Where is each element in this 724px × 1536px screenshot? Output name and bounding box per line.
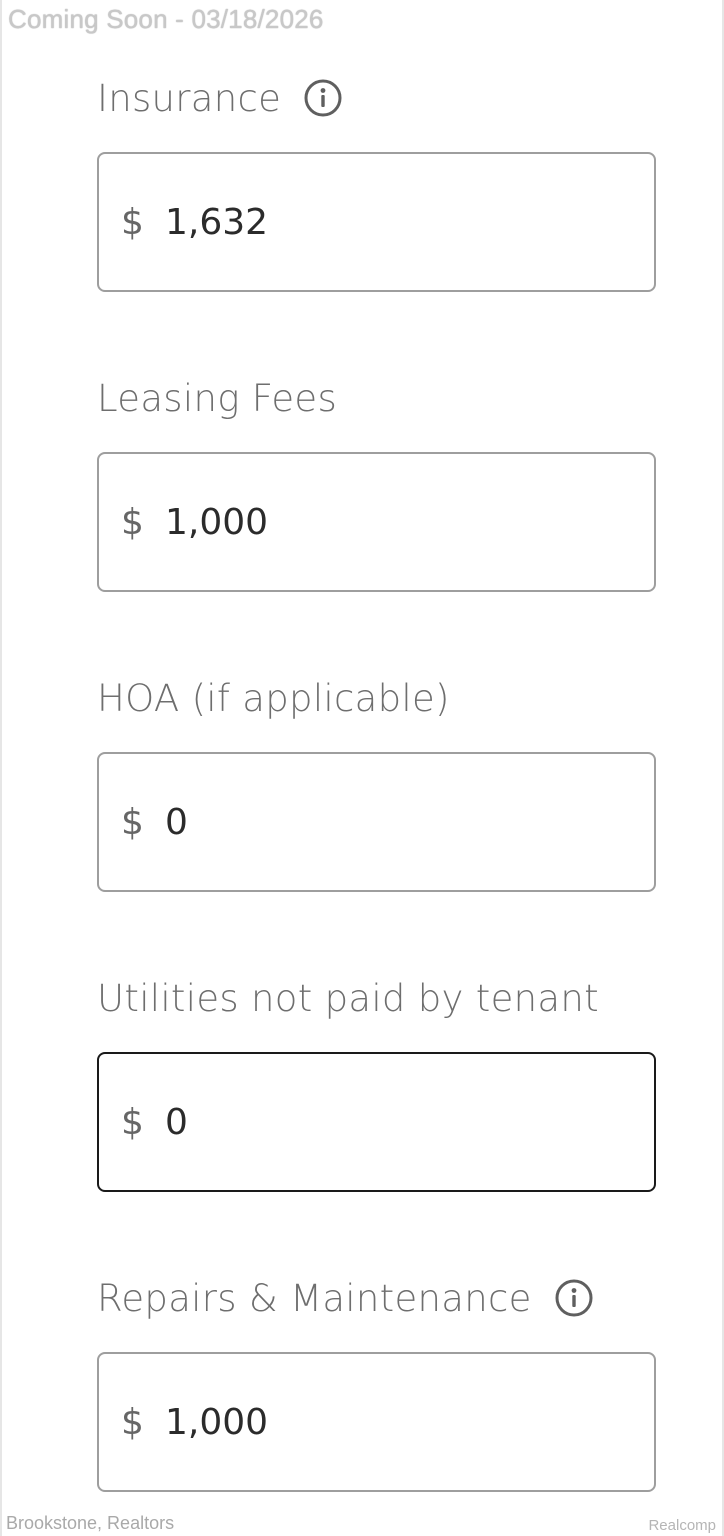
utilities-value[interactable]: 0 bbox=[165, 1102, 188, 1143]
utilities-input[interactable]: $ 0 bbox=[97, 1052, 656, 1192]
repairs-maintenance-label-row: Repairs & Maintenance bbox=[97, 1274, 656, 1322]
utilities-label-row: Utilities not paid by tenant bbox=[97, 974, 656, 1022]
info-icon[interactable] bbox=[303, 78, 343, 118]
insurance-value[interactable]: 1,632 bbox=[165, 202, 268, 243]
leasing-fees-value[interactable]: 1,000 bbox=[165, 502, 268, 543]
leasing-fees-field: Leasing Fees $ 1,000 bbox=[97, 374, 656, 592]
hoa-value[interactable]: 0 bbox=[165, 802, 188, 843]
hoa-input[interactable]: $ 0 bbox=[97, 752, 656, 892]
insurance-label: Insurance bbox=[97, 76, 282, 120]
repairs-maintenance-label: Repairs & Maintenance bbox=[97, 1276, 532, 1320]
page-left-border bbox=[0, 0, 2, 1536]
currency-symbol: $ bbox=[121, 501, 144, 543]
currency-symbol: $ bbox=[121, 1401, 144, 1443]
info-icon[interactable] bbox=[554, 1278, 594, 1318]
repairs-maintenance-value[interactable]: 1,000 bbox=[165, 1402, 268, 1443]
coming-soon-watermark: Coming Soon - 03/18/2026 bbox=[8, 4, 324, 34]
currency-symbol: $ bbox=[121, 1101, 144, 1143]
mls-watermark: Realcomp bbox=[648, 1517, 716, 1534]
repairs-maintenance-input[interactable]: $ 1,000 bbox=[97, 1352, 656, 1492]
leasing-fees-input[interactable]: $ 1,000 bbox=[97, 452, 656, 592]
hoa-label: HOA (if applicable) bbox=[97, 676, 450, 720]
repairs-maintenance-field: Repairs & Maintenance $ 1,000 bbox=[97, 1274, 656, 1492]
brokerage-watermark: Brookstone, Realtors bbox=[6, 1513, 175, 1533]
leasing-fees-label-row: Leasing Fees bbox=[97, 374, 656, 422]
insurance-label-row: Insurance bbox=[97, 74, 656, 122]
currency-symbol: $ bbox=[121, 201, 144, 243]
insurance-field: Insurance $ 1,632 bbox=[97, 74, 656, 292]
leasing-fees-label: Leasing Fees bbox=[97, 376, 338, 420]
utilities-label: Utilities not paid by tenant bbox=[97, 976, 599, 1020]
hoa-field: HOA (if applicable) $ 0 bbox=[97, 674, 656, 892]
utilities-field: Utilities not paid by tenant $ 0 bbox=[97, 974, 656, 1192]
insurance-input[interactable]: $ 1,632 bbox=[97, 152, 656, 292]
hoa-label-row: HOA (if applicable) bbox=[97, 674, 656, 722]
currency-symbol: $ bbox=[121, 801, 144, 843]
